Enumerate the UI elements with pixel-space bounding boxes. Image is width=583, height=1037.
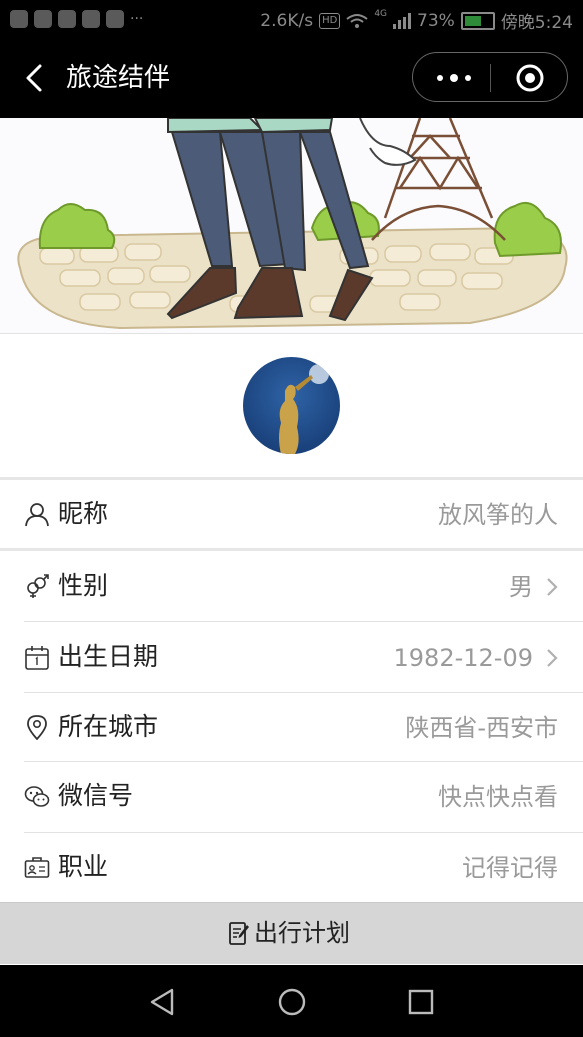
chevron-left-icon[interactable] <box>22 63 52 93</box>
row-label-birthdate: 出生日期 <box>58 642 159 671</box>
row-value-city: 陕西省-西安市 <box>405 714 558 742</box>
row-label-nickname: 昵称 <box>58 499 109 528</box>
battery-percent: 73% <box>417 10 455 31</box>
row-wechat[interactable]: 微信号 快点快点看 <box>0 762 583 833</box>
signal-icon <box>393 12 412 29</box>
status-bar: ··· 2.6K/s HD 4G 73% 傍晚5:24 <box>0 0 583 38</box>
row-label-wechat: 微信号 <box>58 781 134 810</box>
row-gender[interactable]: 性别 男 <box>0 551 583 622</box>
app-notification-icon <box>58 10 76 28</box>
app-notification-icon <box>10 10 28 28</box>
wifi-icon <box>346 13 368 28</box>
travel-plan-label: 出行计划 <box>254 919 350 947</box>
status-indicators: 2.6K/s HD 4G 73% 傍晚5:24 <box>260 8 573 34</box>
app-notification-icon <box>106 10 124 28</box>
row-occupation[interactable]: 职业 记得记得 <box>0 833 583 902</box>
id-card-icon <box>24 857 50 878</box>
wechat-icon <box>24 786 50 807</box>
row-birthdate[interactable]: 出生日期 1982-12-09 <box>0 622 583 693</box>
location-pin-icon <box>27 715 47 740</box>
hd-badge: HD <box>319 12 341 29</box>
nav-bar: 旅途结伴 <box>0 38 583 118</box>
edit-note-icon <box>229 922 249 945</box>
network-speed: 2.6K/s <box>260 10 314 31</box>
tiktok-icon <box>82 10 100 28</box>
row-value-gender: 男 <box>509 573 533 601</box>
capsule-divider <box>490 64 491 92</box>
back-triangle-icon[interactable] <box>148 987 176 1017</box>
banner-illustration <box>0 118 583 334</box>
person-icon <box>25 503 49 527</box>
chevron-right-icon <box>547 578 558 596</box>
home-circle-icon[interactable] <box>277 987 307 1017</box>
row-value-birthdate: 1982-12-09 <box>393 644 533 672</box>
gender-icon <box>27 574 49 598</box>
target-close-icon[interactable] <box>515 63 545 93</box>
mini-program-capsule <box>412 52 568 102</box>
row-value-occupation: 记得记得 <box>462 854 558 882</box>
overflow-indicator: ··· <box>130 11 144 27</box>
row-label-occupation: 职业 <box>58 852 109 881</box>
battery-icon <box>460 11 495 30</box>
travel-plan-button[interactable]: 出行计划 <box>0 902 583 964</box>
row-nickname[interactable]: 昵称 放风筝的人 <box>0 480 583 548</box>
calendar-icon <box>25 646 49 670</box>
notification-icons: ··· <box>10 8 150 30</box>
avatar-section <box>0 334 583 479</box>
chevron-right-icon <box>547 649 558 667</box>
page-title: 旅途结伴 <box>66 63 171 93</box>
recents-square-icon[interactable] <box>408 987 434 1017</box>
clock: 傍晚5:24 <box>500 13 573 33</box>
avatar[interactable] <box>243 357 340 454</box>
row-value-nickname: 放风筝的人 <box>438 501 558 529</box>
travel-illustration <box>17 118 568 330</box>
battery-level <box>464 15 481 26</box>
app-notification-icon <box>34 10 52 28</box>
network-type: 4G <box>374 8 388 19</box>
travel-plan-content: 出行计划 <box>228 916 350 950</box>
avatar-image <box>243 357 340 454</box>
system-nav-bar <box>0 965 583 1037</box>
row-value-wechat: 快点快点看 <box>438 783 558 811</box>
row-label-gender: 性别 <box>58 571 109 600</box>
row-label-city: 所在城市 <box>58 712 159 741</box>
row-city[interactable]: 所在城市 陕西省-西安市 <box>0 693 583 762</box>
more-dots-icon[interactable] <box>433 65 473 91</box>
